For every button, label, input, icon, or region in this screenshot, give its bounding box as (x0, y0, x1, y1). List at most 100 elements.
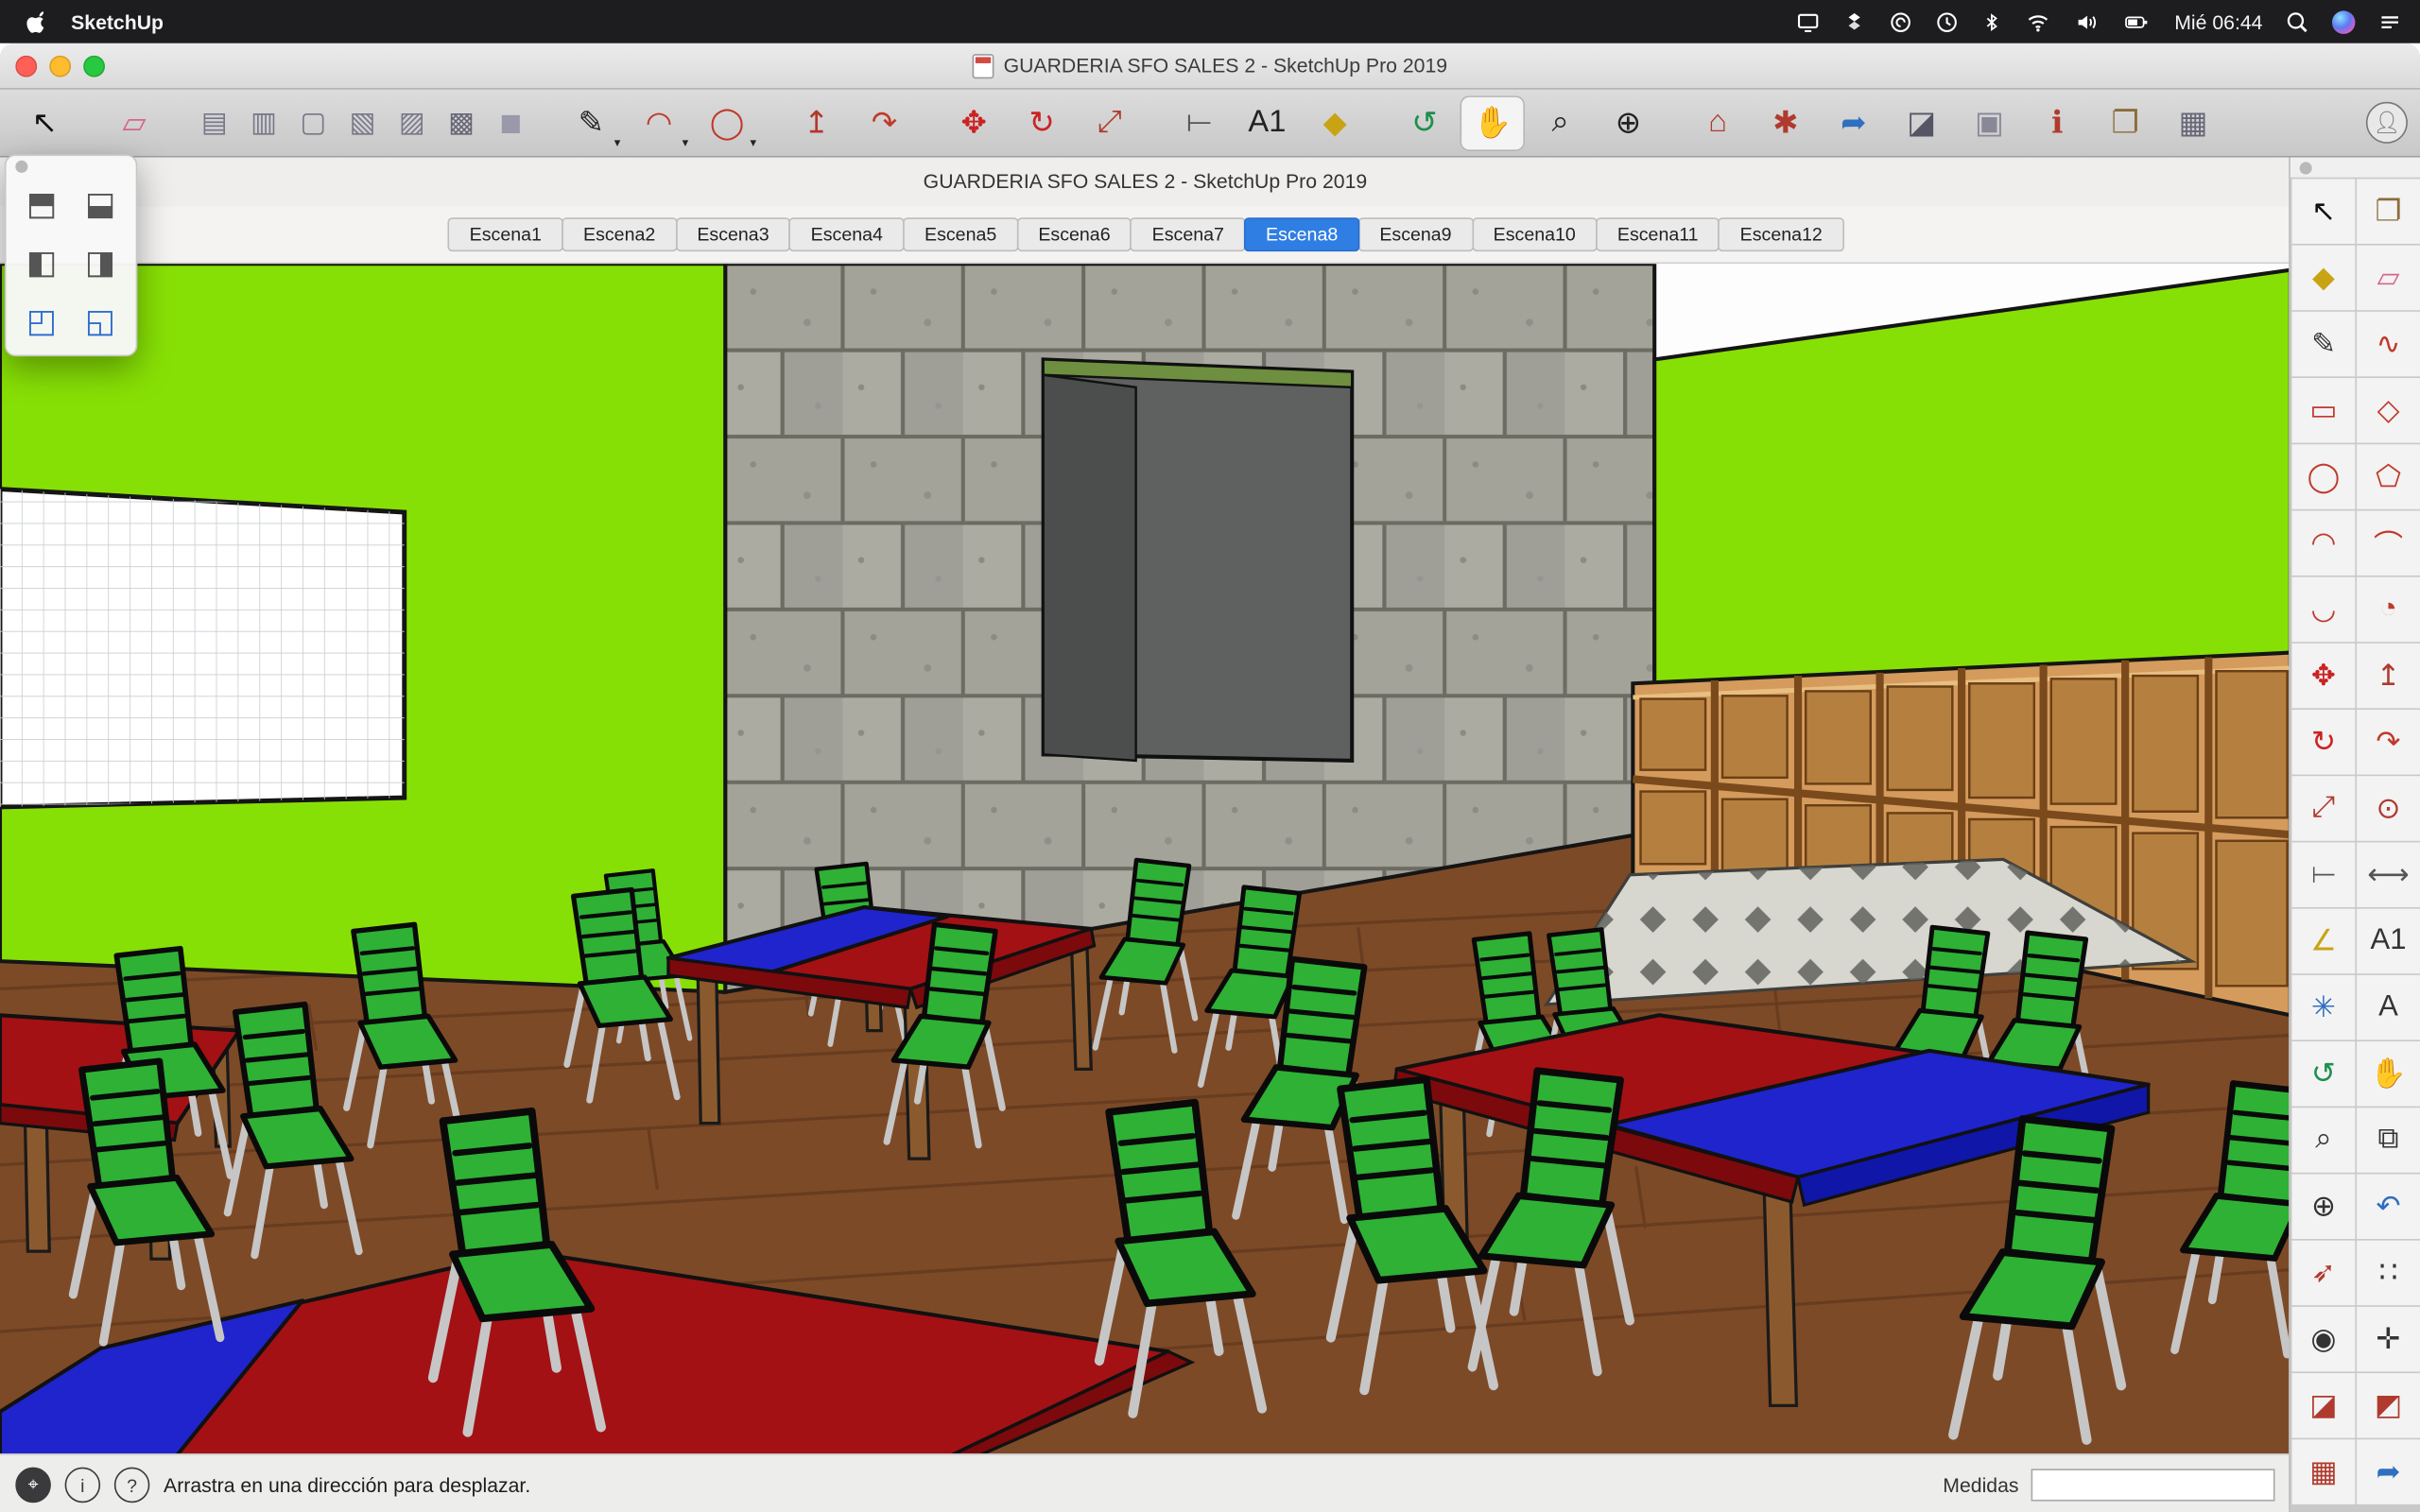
lts-follow-me-icon[interactable]: ↷ (2357, 710, 2420, 775)
lts-push-pull-icon[interactable]: ↥ (2357, 644, 2420, 709)
siri-icon[interactable] (2332, 10, 2355, 33)
lts-make-component-icon[interactable]: ❐ (2357, 179, 2420, 244)
menu-clock[interactable]: Mié 06:44 (2174, 10, 2262, 33)
loop-circle-icon[interactable] (1889, 10, 1911, 33)
lts-eraser-icon[interactable]: ▱ (2357, 246, 2420, 311)
lts-orbit-icon[interactable]: ↺ (2291, 1041, 2355, 1107)
toolbar-model-info-icon[interactable]: ℹ (2025, 94, 2090, 150)
lts-axes-icon[interactable]: ✳ (2291, 975, 2355, 1040)
scene-tab-escena10[interactable]: Escena10 (1472, 217, 1598, 251)
lts-zoom-icon[interactable]: ⌕ (2291, 1108, 2355, 1173)
lts-pie-icon[interactable]: ◔ (2357, 577, 2420, 643)
lts-3d-text-icon[interactable]: A (2357, 975, 2420, 1040)
lts-send-to-layout-icon[interactable]: ➦ (2357, 1439, 2420, 1504)
lts-look-around-icon[interactable]: ◉ (2291, 1307, 2355, 1372)
lts-select-icon[interactable]: ↖ (2291, 179, 2355, 244)
toolbar-eraser-icon[interactable]: ▱ (102, 94, 167, 150)
scene-tab-escena9[interactable]: Escena9 (1357, 217, 1473, 251)
lts-north-arrow-icon[interactable]: ✛ (2357, 1307, 2420, 1372)
toolbar-rotate-icon[interactable]: ↻ (1010, 94, 1075, 150)
toolbar-follow-me-icon[interactable]: ↷ (852, 94, 917, 150)
lts-offset-icon[interactable]: ⊙ (2357, 776, 2420, 841)
dropbox-icon[interactable] (1842, 10, 1865, 33)
scene-tab-escena8[interactable]: Escena8 (1244, 217, 1359, 251)
battery-icon[interactable] (2122, 10, 2152, 33)
toolbar-zoom-icon[interactable]: ⌕ (1528, 94, 1593, 150)
display-icon[interactable] (1796, 10, 1819, 33)
view-left-icon[interactable]: ◱ (71, 298, 130, 344)
lts-dimensions-icon[interactable]: ⟷ (2357, 842, 2420, 907)
scene-tab-escena11[interactable]: Escena11 (1596, 217, 1720, 251)
lts-polygon-icon[interactable]: ⬠ (2357, 444, 2420, 509)
lts-section-fill-icon[interactable]: ▦ (2291, 1439, 2355, 1504)
window-title-bar[interactable]: GUARDERIA SFO SALES 2 - SketchUp Pro 201… (0, 43, 2420, 90)
scene-tab-escena1[interactable]: Escena1 (448, 217, 563, 251)
toolbar-push-pull-icon[interactable]: ↥ (784, 94, 849, 150)
apple-menu[interactable] (19, 9, 56, 34)
lts-rotated-rectangle-icon[interactable]: ◇ (2357, 378, 2420, 443)
lts-protractor-icon[interactable]: ∠ (2291, 909, 2355, 974)
status-help-icon[interactable]: ? (114, 1468, 150, 1503)
lts-pan-icon[interactable]: ✋ (2357, 1041, 2420, 1107)
lts-position-camera-icon[interactable]: ➶ (2291, 1241, 2355, 1306)
scene-tab-escena5[interactable]: Escena5 (903, 217, 1018, 251)
scene-tab-escena4[interactable]: Escena4 (789, 217, 905, 251)
measurements-input[interactable] (2031, 1469, 2275, 1501)
view-right-icon[interactable]: ◨ (71, 239, 130, 285)
scene-tab-escena12[interactable]: Escena12 (1719, 217, 1844, 251)
toolbar-style-xray-icon[interactable]: ▤ (191, 94, 237, 150)
toolbar-line-icon[interactable]: ✎ ▾ (559, 94, 624, 150)
toolbar-style-hidden-line-icon[interactable]: ▧ (339, 94, 386, 150)
toolbar-styles-panel-icon[interactable]: ▦ (2161, 94, 2226, 150)
account-avatar[interactable]: 👤︎ (2366, 102, 2408, 144)
lts-freehand-icon[interactable]: ∿ (2357, 312, 2420, 377)
toolbar-orbit-icon[interactable]: ↺ (1392, 94, 1458, 150)
lts-scale-icon[interactable]: ⤢ (2291, 776, 2355, 841)
view-back-icon[interactable]: ◰ (12, 298, 71, 344)
toolbar-style-monochrome-icon[interactable]: ◼ (488, 94, 534, 150)
views-palette-close-button[interactable] (15, 161, 27, 173)
view-top-icon[interactable]: ⬓ (71, 180, 130, 227)
scene-tab-escena3[interactable]: Escena3 (675, 217, 790, 251)
toolbar-pan-icon[interactable]: ✋ (1460, 94, 1525, 150)
bluetooth-icon[interactable] (1981, 10, 2001, 33)
zoom-button[interactable] (83, 55, 105, 77)
toolbar-add-location-icon[interactable]: ▣ (1957, 94, 2022, 150)
toolbar-move-icon[interactable]: ✥ (942, 94, 1007, 150)
lts-arc-icon[interactable]: ◠ (2291, 510, 2355, 576)
toolbar-send-to-layout-icon[interactable]: ➦ (1822, 94, 1887, 150)
view-front-icon[interactable]: ◧ (12, 239, 71, 285)
lts-section-display-icon[interactable]: ◩ (2357, 1373, 2420, 1438)
lts-circle-icon[interactable]: ◯ (2291, 444, 2355, 509)
time-machine-icon[interactable] (1935, 10, 1958, 33)
view-iso-icon[interactable]: ⬒ (12, 180, 71, 227)
lts-move-icon[interactable]: ✥ (2291, 644, 2355, 709)
toolbar-3d-warehouse-icon[interactable]: ⌂ (1685, 94, 1751, 150)
lts-section-plane-icon[interactable]: ◪ (2291, 1373, 2355, 1438)
viewport-3d[interactable] (0, 264, 2290, 1453)
toolbar-zoom-extents-icon[interactable]: ⊕ (1596, 94, 1661, 150)
lts-text-icon[interactable]: A1 (2357, 909, 2420, 974)
lts-tape-measure-icon[interactable]: ⟝ (2291, 842, 2355, 907)
lts-zoom-window-icon[interactable]: ⧉ (2357, 1108, 2420, 1173)
toolbar-text-icon[interactable]: A1 (1235, 94, 1300, 150)
volume-icon[interactable] (2074, 10, 2099, 33)
scene-tab-escena7[interactable]: Escena7 (1131, 217, 1246, 251)
toolbar-arc-icon[interactable]: ◠ ▾ (627, 94, 692, 150)
menu-list-icon[interactable] (2378, 10, 2401, 33)
wifi-icon[interactable] (2025, 10, 2051, 33)
lts-paint-bucket-icon[interactable]: ◆ (2291, 246, 2355, 311)
status-credits-icon[interactable]: i (65, 1468, 101, 1503)
lts-rectangle-icon[interactable]: ▭ (2291, 378, 2355, 443)
toolbar-extension-warehouse-icon[interactable]: ✱ (1754, 94, 1819, 150)
toolbar-circle-icon[interactable]: ◯ ▾ (695, 94, 760, 150)
toolbar-style-back-edges-icon[interactable]: ▥ (241, 94, 287, 150)
lts-walk-icon[interactable]: ∷ (2357, 1241, 2420, 1306)
lts-zoom-extents-icon[interactable]: ⊕ (2291, 1174, 2355, 1239)
lts-line-icon[interactable]: ✎ (2291, 312, 2355, 377)
toolbar-section-plane-icon[interactable]: ◪ (1889, 94, 1954, 150)
toolbar-components-icon[interactable]: ❐ (2093, 94, 2158, 150)
lts-rotate-icon[interactable]: ↻ (2291, 710, 2355, 775)
toolbar-select-icon[interactable]: ↖ (12, 94, 78, 150)
palette-close-button[interactable] (2300, 162, 2312, 174)
